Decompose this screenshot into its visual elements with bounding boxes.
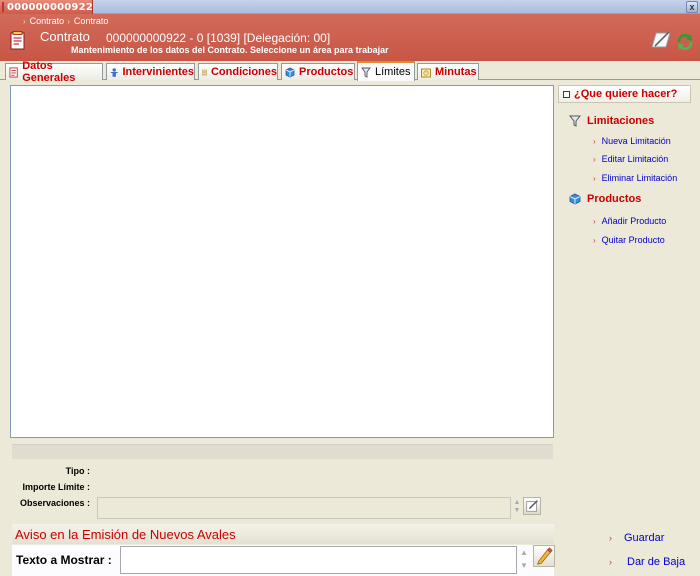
- side-link-label: Añadir Producto: [601, 216, 667, 226]
- texto-a-mostrar-input[interactable]: [120, 546, 517, 574]
- editar-limitacion-link[interactable]: › Editar Limitación: [593, 154, 668, 164]
- quitar-producto-link[interactable]: › Quitar Producto: [593, 235, 665, 245]
- side-panel-heading: ¿Que quiere hacer?: [558, 85, 691, 103]
- contract-identifier: 000000000922 - 0 [1039] [Delegación: 00]: [106, 31, 331, 45]
- tab-productos[interactable]: Productos: [281, 63, 355, 80]
- importe-limite-label: Importe Límite :: [22, 482, 90, 492]
- tipo-label: Tipo :: [65, 466, 90, 476]
- side-section-productos: Productos: [569, 193, 641, 205]
- side-panel-heading-text: ¿Que quiere hacer?: [574, 88, 678, 100]
- close-button[interactable]: x: [686, 1, 698, 13]
- link-bullet: ›: [593, 136, 596, 146]
- eliminar-limitacion-link[interactable]: › Eliminar Limitación: [593, 173, 677, 183]
- square-bullet-icon: [563, 90, 570, 98]
- cube-icon: [569, 193, 581, 205]
- edit-texto-button[interactable]: [533, 545, 555, 567]
- document-tab[interactable]: 000000000922: [0, 0, 93, 14]
- anadir-producto-link[interactable]: › Añadir Producto: [593, 216, 666, 226]
- tab-minutas[interactable]: Minutas: [417, 63, 479, 80]
- aviso-section-heading: Aviso en la Emisión de Nuevos Avales: [12, 524, 554, 544]
- refresh-icon[interactable]: [676, 33, 694, 51]
- side-link-label: Nueva Limitación: [601, 136, 671, 146]
- dar-de-baja-label: Dar de Baja: [627, 556, 686, 568]
- side-section-limitaciones: Limitaciones: [569, 115, 654, 127]
- link-bullet: ›: [593, 235, 596, 245]
- breadcrumb-item[interactable]: Contrato: [30, 16, 65, 26]
- tab-label: Intervinientes: [122, 66, 194, 78]
- tab-label: Límites: [375, 66, 411, 78]
- filter-icon: [569, 115, 581, 127]
- person-icon: [110, 67, 118, 77]
- breadcrumb-separator: ›: [67, 16, 70, 26]
- texto-scrollbar[interactable]: ▲ ▼: [518, 546, 530, 574]
- tab-label: Minutas: [435, 66, 477, 78]
- minutes-icon: [421, 68, 431, 77]
- contract-document-icon: [10, 31, 25, 50]
- breadcrumb: › Contrato › Contrato: [20, 15, 108, 27]
- tab-limites[interactable]: Límites: [357, 61, 415, 81]
- document-tab-title: 000000000922: [7, 1, 93, 13]
- limits-grid[interactable]: [10, 85, 554, 438]
- guardar-button[interactable]: › Guardar: [609, 532, 664, 544]
- edit-note-icon[interactable]: [650, 30, 672, 50]
- side-link-label: Editar Limitación: [601, 154, 669, 164]
- aviso-heading-text: Aviso en la Emisión de Nuevos Avales: [15, 526, 236, 542]
- action-bullet: ›: [609, 557, 612, 567]
- side-link-label: Eliminar Limitación: [601, 173, 678, 183]
- tab-intervinientes[interactable]: Intervinientes: [106, 63, 195, 80]
- document-icon: [9, 66, 18, 78]
- observaciones-label: Observaciones :: [19, 498, 90, 508]
- cube-icon: [285, 67, 295, 77]
- edit-observaciones-button[interactable]: [523, 497, 541, 515]
- link-bullet: ›: [593, 173, 596, 183]
- side-link-label: Quitar Producto: [601, 235, 665, 245]
- observaciones-field[interactable]: [97, 497, 511, 519]
- link-bullet: ›: [593, 154, 596, 164]
- conditions-icon: [202, 69, 207, 75]
- link-bullet: ›: [593, 216, 596, 226]
- guardar-label: Guardar: [624, 532, 665, 544]
- page-description: Mantenimiento de los datos del Contrato.…: [71, 45, 389, 55]
- side-section-title: Limitaciones: [587, 115, 655, 127]
- tab-label: Productos: [299, 66, 354, 78]
- breadcrumb-separator: ›: [23, 16, 26, 26]
- side-section-title: Productos: [587, 193, 642, 205]
- page-header: › Contrato › Contrato Contrato 000000000…: [0, 14, 700, 61]
- tab-label: Datos Generales: [22, 60, 76, 84]
- page-title: Contrato: [40, 29, 90, 44]
- action-bullet: ›: [609, 533, 612, 543]
- details-header-band: [12, 444, 553, 459]
- texto-a-mostrar-label: Texto a Mostrar :: [16, 553, 112, 567]
- document-icon: [2, 2, 4, 12]
- filter-icon: [361, 67, 371, 78]
- tab-bar: Datos Generales Intervinientes Condicion…: [0, 60, 700, 84]
- observaciones-scrollbar[interactable]: ▲ ▼: [513, 499, 521, 517]
- breadcrumb-item[interactable]: Contrato: [74, 16, 109, 26]
- tab-condiciones[interactable]: Condiciones: [198, 63, 278, 80]
- dar-de-baja-button[interactable]: › Dar de Baja: [609, 556, 685, 568]
- window-titlebar: 000000000922 x: [0, 0, 700, 14]
- tab-datos-generales[interactable]: Datos Generales: [5, 60, 103, 84]
- nueva-limitacion-link[interactable]: › Nueva Limitación: [593, 136, 671, 146]
- tab-label: Condiciones: [210, 66, 277, 78]
